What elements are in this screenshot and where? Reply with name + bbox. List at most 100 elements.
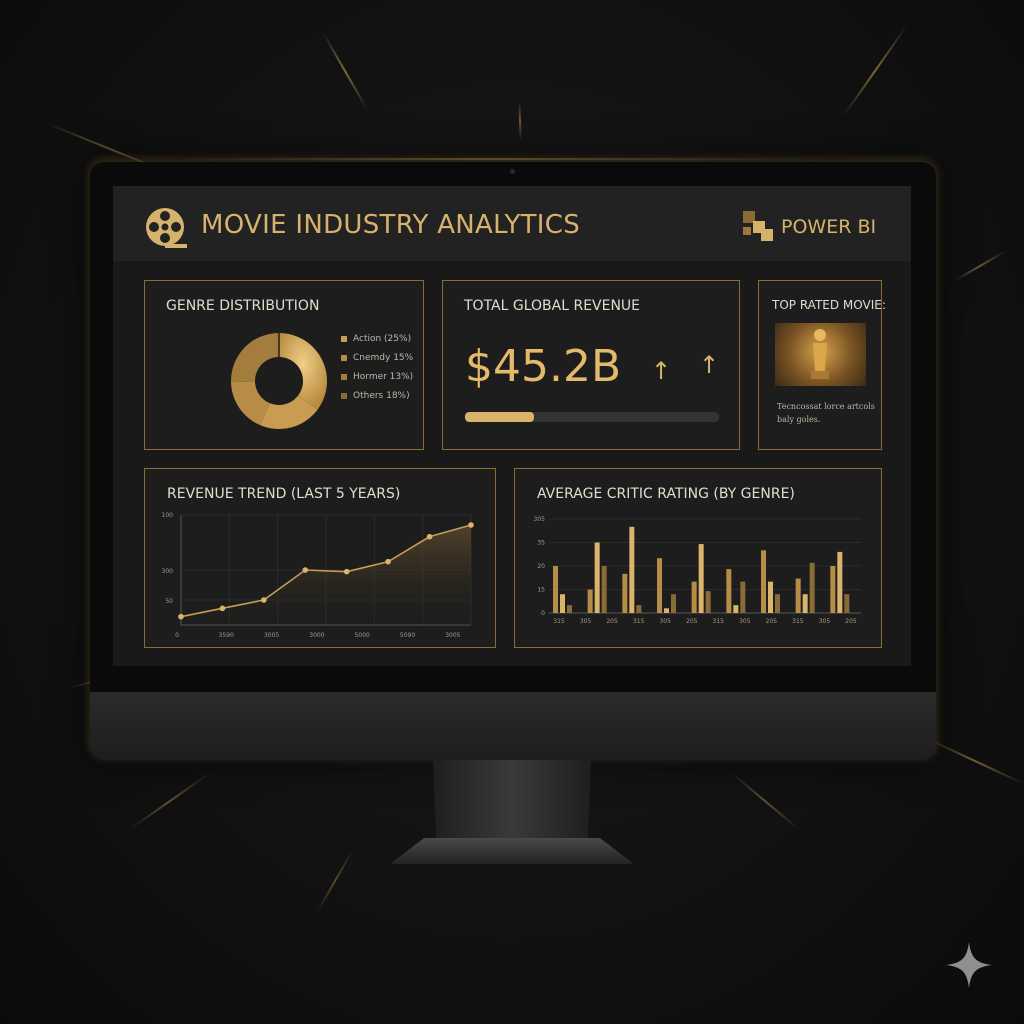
light-streak	[321, 31, 369, 111]
x-tick-label: 305	[739, 618, 751, 625]
rating-bar[interactable]	[567, 605, 572, 613]
rating-bar[interactable]	[768, 581, 773, 613]
monitor-chin	[90, 692, 936, 760]
trend-point[interactable]	[468, 522, 474, 528]
rating-bar[interactable]	[587, 589, 593, 614]
trend-point[interactable]	[261, 597, 267, 603]
rating-bar[interactable]	[560, 594, 565, 613]
rating-bar[interactable]	[629, 526, 635, 613]
legend-swatch	[341, 335, 347, 342]
total-revenue-value: $45.2B	[465, 341, 622, 392]
card-title: AVERAGE CRITIC RATING (BY GENRE)	[537, 486, 795, 502]
x-tick-label: 305	[659, 618, 671, 625]
y-tick-label: 300	[162, 568, 174, 575]
legend-item[interactable]: Others 18%)	[341, 386, 413, 405]
x-tick-label: 3005	[445, 632, 460, 639]
x-tick-label: 5000	[355, 632, 370, 639]
power-bi-label: POWER BI	[781, 216, 877, 238]
genre-donut-chart[interactable]	[227, 329, 331, 433]
rating-bar[interactable]	[726, 569, 732, 613]
movie-description: Tecncossat lorce artcols baly goles.	[777, 402, 875, 424]
revenue-trend-card[interactable]: REVENUE TREND (LAST 5 YEARS) 100 300 50 0 35…	[144, 468, 496, 648]
x-tick-label: 205	[766, 618, 778, 625]
light-streak	[316, 850, 354, 912]
light-streak	[842, 25, 908, 117]
rating-bar[interactable]	[594, 542, 600, 614]
movie-poster-image[interactable]	[775, 323, 866, 386]
rating-bar[interactable]	[671, 594, 676, 613]
light-streak	[518, 100, 522, 142]
rating-bar[interactable]	[837, 551, 843, 613]
rating-bar[interactable]	[601, 566, 607, 613]
critic-rating-card[interactable]: AVERAGE CRITIC RATING (BY GENRE) 305 35 20…	[514, 468, 882, 648]
rating-bar[interactable]	[844, 594, 850, 613]
legend-label: Action (25%)	[353, 333, 412, 344]
rating-bar[interactable]	[553, 566, 558, 613]
top-rated-movie-card[interactable]: TOP RATED MOVIE: Tecncossat lorce artcol…	[758, 280, 886, 450]
rating-bar[interactable]	[691, 581, 697, 613]
y-tick-label: 305	[534, 516, 546, 523]
legend-label: Hormer 13%)	[353, 371, 414, 382]
rating-bar[interactable]	[636, 605, 642, 613]
x-tick-label: 3000	[309, 632, 324, 639]
light-streak	[128, 771, 212, 831]
legend-item[interactable]: Cnemdy 15%	[341, 348, 413, 367]
rating-bar[interactable]	[809, 562, 815, 613]
x-tick-label: 3590	[219, 632, 234, 639]
rating-bar[interactable]	[795, 578, 801, 613]
trend-point[interactable]	[426, 533, 433, 540]
x-tick-label: 315	[792, 618, 804, 625]
power-bi-logo-icon	[743, 211, 773, 241]
x-tick-label: 0	[175, 632, 179, 639]
total-revenue-card[interactable]: TOTAL GLOBAL REVENUE $45.2B ↑ ↑	[442, 280, 740, 450]
trend-up-arrow-icon: ↑	[699, 351, 720, 379]
rating-bar[interactable]	[775, 594, 780, 613]
light-streak	[180, 158, 800, 160]
rating-bar[interactable]	[705, 591, 711, 613]
trend-point[interactable]	[343, 568, 350, 575]
critic-rating-bar-chart[interactable]: 305 35 20 15 0 315 305 205 315 305 205 315 305 205 315…	[515, 505, 881, 645]
rating-bar[interactable]	[664, 608, 669, 613]
rating-bar[interactable]	[698, 544, 704, 613]
y-tick-label: 0	[541, 610, 545, 617]
legend-swatch	[341, 392, 347, 399]
genre-legend: Action (25%) Cnemdy 15% Hormer 13%) Othe…	[341, 329, 413, 405]
x-tick-label: 315	[713, 618, 725, 625]
trend-point[interactable]	[178, 613, 184, 620]
sparkle-icon	[946, 942, 992, 988]
rating-bar[interactable]	[761, 550, 766, 613]
x-tick-label: 315	[553, 618, 565, 625]
rating-bar[interactable]	[733, 605, 739, 613]
legend-item[interactable]: Action (25%)	[341, 329, 413, 348]
rating-bar[interactable]	[657, 558, 662, 613]
monitor-stand	[432, 760, 592, 842]
genre-distribution-card[interactable]: GENRE DISTRIBUTION Action (25%) Cnemdy 1…	[144, 280, 424, 450]
light-streak	[924, 736, 1024, 786]
x-tick-label: 3005	[264, 632, 279, 639]
x-tick-label: 205	[686, 618, 698, 625]
legend-swatch	[341, 373, 347, 380]
card-title: REVENUE TREND (LAST 5 YEARS)	[167, 486, 401, 502]
rating-bar[interactable]	[740, 581, 746, 613]
x-tick-label: 5090	[400, 632, 415, 639]
app-title: MOVIE INDUSTRY ANALYTICS	[201, 210, 581, 240]
donut-hole	[255, 357, 303, 405]
x-tick-label: 305	[580, 618, 592, 625]
trend-point[interactable]	[385, 558, 391, 565]
revenue-trend-chart[interactable]: 100300500 3590 3005 3000 5000 5090 3005	[145, 505, 495, 645]
card-title: TOTAL GLOBAL REVENUE	[464, 298, 641, 314]
statuette-icon	[811, 329, 829, 379]
light-streak	[729, 771, 801, 831]
trend-point[interactable]	[219, 605, 226, 612]
x-tick-label: 205	[606, 618, 618, 625]
dashboard-header: MOVIE INDUSTRY ANALYTICS POWER BI	[113, 186, 911, 261]
rating-bar[interactable]	[622, 573, 628, 613]
revenue-progress-bar	[465, 412, 719, 422]
rating-bar[interactable]	[802, 594, 808, 613]
x-tick-label: 305	[819, 618, 831, 625]
progress-fill	[465, 412, 534, 422]
legend-label: Others 18%)	[353, 390, 410, 401]
rating-bar[interactable]	[830, 566, 836, 613]
legend-item[interactable]: Hormer 13%)	[341, 367, 413, 386]
trend-point[interactable]	[302, 567, 309, 573]
